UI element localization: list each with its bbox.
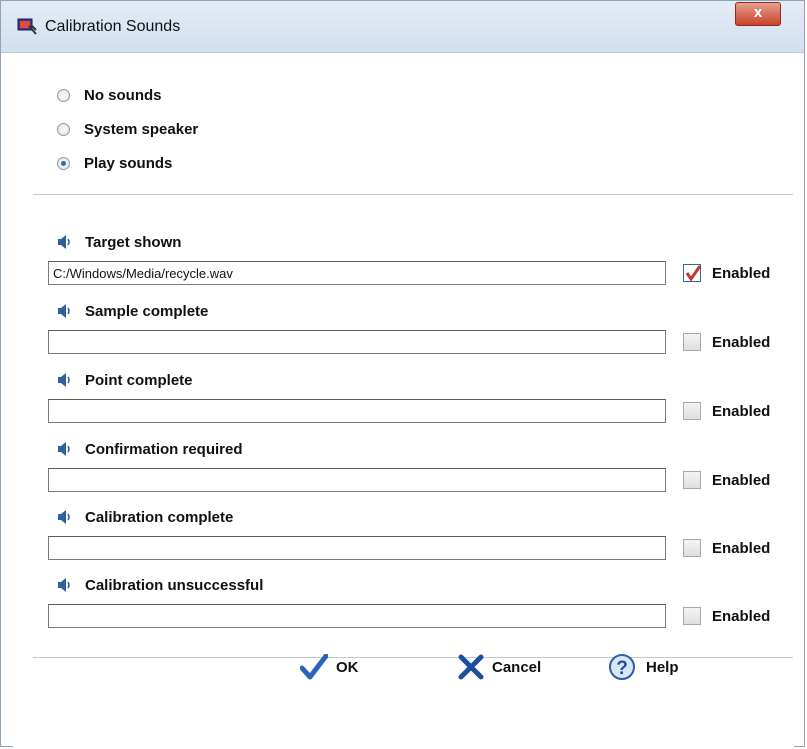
dialog-window: Calibration Sounds x No sounds System sp… <box>0 0 805 747</box>
sound-file-path-input[interactable] <box>48 330 666 354</box>
speaker-icon <box>58 373 70 387</box>
sound-event-name: Calibration unsuccessful <box>85 576 264 594</box>
ok-label: OK <box>336 658 359 676</box>
enabled-checkbox[interactable] <box>683 539 701 557</box>
svg-text:?: ? <box>616 658 628 679</box>
radio-label: System speaker <box>84 120 199 138</box>
close-button[interactable]: x <box>735 2 781 26</box>
enabled-checkbox-row[interactable]: Enabled <box>683 470 770 490</box>
speaker-icon <box>58 235 70 249</box>
speaker-icon <box>58 442 70 456</box>
sound-event-label: Confirmation required <box>57 439 243 459</box>
cancel-button[interactable]: Cancel <box>458 652 541 682</box>
enabled-checkbox-row[interactable]: Enabled <box>683 606 770 626</box>
sound-event-name: Sample complete <box>85 302 209 320</box>
cancel-x-icon <box>458 654 484 680</box>
sound-event-name: Target shown <box>85 233 182 251</box>
enabled-checkbox-row[interactable]: Enabled <box>683 263 770 283</box>
help-button[interactable]: ? Help <box>608 652 679 682</box>
radio-button[interactable] <box>57 88 70 102</box>
speaker-icon <box>58 304 70 318</box>
radio-play-sounds[interactable]: Play sounds <box>57 153 172 173</box>
sound-file-path-input[interactable] <box>48 261 666 285</box>
sound-event-name: Confirmation required <box>85 440 243 458</box>
enabled-checkbox[interactable] <box>683 471 701 489</box>
window-title: Calibration Sounds <box>45 18 181 35</box>
sound-file-path-input[interactable] <box>48 604 666 628</box>
help-label: Help <box>646 658 679 676</box>
sound-event-label: Point complete <box>57 370 193 390</box>
sound-event-label: Sample complete <box>57 301 208 321</box>
enabled-label: Enabled <box>712 264 771 282</box>
enabled-checkbox-row[interactable]: Enabled <box>683 401 770 421</box>
sound-file-path-input[interactable] <box>48 399 666 423</box>
enabled-checkbox[interactable] <box>683 402 701 420</box>
enabled-label: Enabled <box>712 539 771 557</box>
title-bar[interactable]: Calibration Sounds x <box>1 1 804 53</box>
enabled-checkbox-row[interactable]: Enabled <box>683 538 770 558</box>
radio-system-speaker[interactable]: System speaker <box>57 119 198 139</box>
enabled-label: Enabled <box>712 333 771 351</box>
enabled-label: Enabled <box>712 402 771 420</box>
separator <box>33 194 793 195</box>
separator <box>33 657 793 658</box>
sound-file-path-input[interactable] <box>48 536 666 560</box>
sound-event-label: Calibration unsuccessful <box>57 575 263 595</box>
sound-event-label: Target shown <box>57 232 181 252</box>
radio-no-sounds[interactable]: No sounds <box>57 85 162 105</box>
radio-label: Play sounds <box>84 154 173 172</box>
app-icon <box>17 18 37 35</box>
enabled-label: Enabled <box>712 471 771 489</box>
sound-event-name: Point complete <box>85 371 193 389</box>
enabled-checkbox[interactable] <box>683 333 701 351</box>
enabled-label: Enabled <box>712 607 771 625</box>
ok-button[interactable]: OK <box>300 652 359 682</box>
cancel-label: Cancel <box>492 658 542 676</box>
radio-label: No sounds <box>84 86 162 104</box>
sound-file-path-input[interactable] <box>48 468 666 492</box>
enabled-checkbox-row[interactable]: Enabled <box>683 332 770 352</box>
speaker-icon <box>58 510 70 524</box>
radio-button[interactable] <box>57 156 70 170</box>
dialog-content: No sounds System speaker Play sounds Tar… <box>13 53 794 747</box>
enabled-checkbox[interactable] <box>683 607 701 625</box>
checkmark-icon <box>300 654 328 680</box>
speaker-icon <box>58 578 70 592</box>
enabled-checkbox[interactable] <box>683 264 702 282</box>
checkmark-icon <box>685 265 702 282</box>
radio-button[interactable] <box>57 122 70 136</box>
help-question-icon: ? <box>609 654 635 680</box>
sound-event-name: Calibration complete <box>85 508 234 526</box>
sound-event-label: Calibration complete <box>57 507 233 527</box>
